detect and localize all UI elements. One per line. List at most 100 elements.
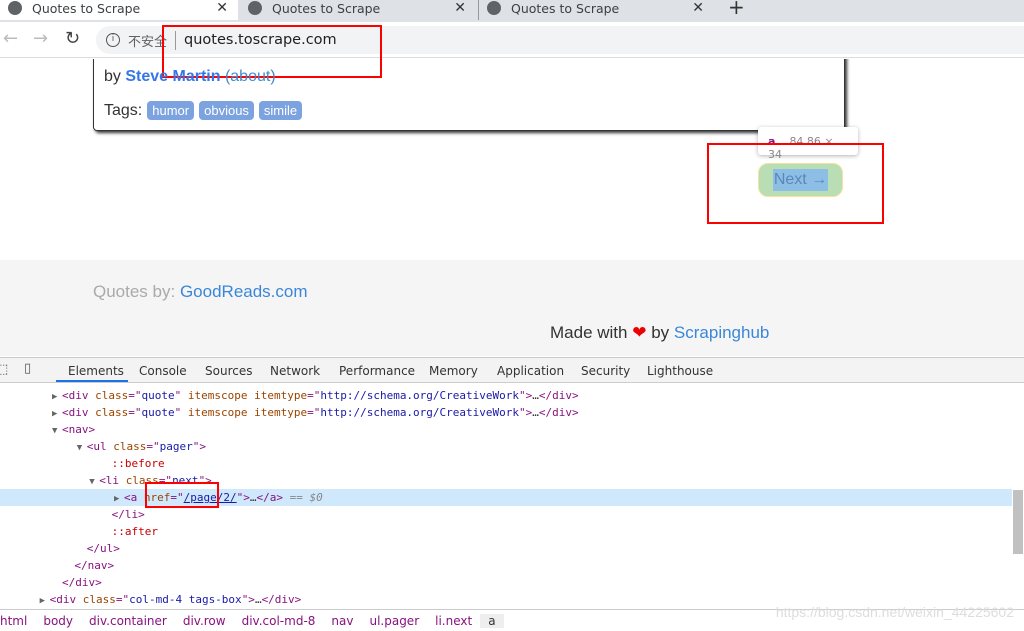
forward-icon[interactable]: →: [33, 28, 48, 49]
tab-application[interactable]: Application: [497, 364, 564, 378]
annotation-box: [145, 482, 219, 508]
dom-node-line[interactable]: </div>: [0, 574, 1012, 591]
dom-node-line[interactable]: ::before: [0, 455, 1012, 472]
tab-memory[interactable]: Memory: [429, 364, 478, 378]
dom-token: class: [95, 389, 129, 402]
dom-node-line[interactable]: ::after: [0, 523, 1012, 540]
dom-token: </ul>: [86, 542, 120, 555]
breadcrumb-item[interactable]: body: [35, 614, 81, 628]
tab-title: Quotes to Scrape: [511, 0, 620, 16]
dom-token: =": [115, 593, 130, 606]
dom-token: class: [82, 593, 116, 606]
dom-token: </li>: [111, 508, 145, 521]
expand-arrow-icon[interactable]: ▶: [40, 593, 50, 610]
tag-link[interactable]: humor: [147, 101, 195, 120]
breadcrumb-item[interactable]: div.container: [81, 614, 175, 628]
tags-row: Tags: humor obvious simile: [104, 101, 303, 120]
toolbar: ← → ↻ i 不安全 quotes.toscrape.com: [0, 22, 1024, 58]
dom-token: =": [128, 406, 142, 419]
dom-token: </div>: [261, 593, 302, 606]
tab-title: Quotes to Scrape: [272, 0, 381, 16]
globe-icon: [487, 1, 501, 15]
tab-network[interactable]: Network: [270, 364, 320, 378]
dom-token: quote: [141, 389, 175, 402]
dom-token: ">: [519, 406, 533, 419]
breadcrumb-item[interactable]: a: [480, 613, 504, 628]
breadcrumb-item[interactable]: li.next: [427, 614, 480, 628]
close-tab-icon[interactable]: ✕: [216, 0, 228, 16]
dom-node-line[interactable]: ▼ <ul class="pager">: [0, 438, 1012, 455]
dom-node-line[interactable]: </nav>: [0, 557, 1012, 574]
dom-token: =": [307, 406, 321, 419]
dom-token: == $0: [282, 491, 323, 504]
annotation-box: [707, 143, 884, 224]
quote-author-line: by Steve Martin (about): [104, 68, 276, 86]
dom-node-line[interactable]: ▶ <div class="quote" itemscope itemtype="…: [0, 404, 1012, 421]
tab-lighthouse[interactable]: Lighthouse: [647, 364, 713, 378]
dom-token: </a>: [256, 491, 283, 504]
dom-token: …: [532, 389, 539, 402]
devtools-tabbar: ⬚ ▯ Elements Console Sources Network Per…: [0, 357, 1024, 383]
tag-link[interactable]: obvious: [199, 101, 254, 120]
breadcrumb-item[interactable]: div.col-md-8: [234, 614, 324, 628]
dom-token: …: [532, 406, 539, 419]
dom-token: <nav>: [62, 423, 96, 436]
dom-node-line[interactable]: </ul>: [0, 540, 1012, 557]
breadcrumb-item[interactable]: ul.pager: [361, 614, 427, 628]
dom-token: ": [174, 389, 188, 402]
browser-tab-1[interactable]: Quotes to Scrape ✕: [0, 0, 238, 20]
globe-icon: [248, 1, 262, 15]
footer-prefix: Quotes by:: [93, 282, 176, 301]
author-name: Steve Martin: [125, 68, 221, 85]
dom-token: class: [113, 440, 147, 453]
inspect-icon[interactable]: ⬚: [0, 362, 8, 377]
dom-token: http://schema.org/CreativeWork: [320, 406, 520, 419]
reload-icon[interactable]: ↻: [65, 28, 80, 49]
dom-node-line[interactable]: ▼ <nav>: [0, 421, 1012, 438]
tab-elements[interactable]: Elements: [68, 364, 124, 378]
dom-token: itemscope itemtype: [187, 389, 308, 402]
dom-token: ": [174, 406, 188, 419]
device-toggle-icon[interactable]: ▯: [24, 361, 31, 376]
dom-token: itemscope itemtype: [187, 406, 308, 419]
dom-token: <div: [62, 389, 96, 402]
dom-token: http://schema.org/CreativeWork: [320, 389, 520, 402]
close-tab-icon[interactable]: ✕: [454, 0, 466, 16]
scrapinghub-link[interactable]: Scrapinghub: [674, 323, 769, 342]
breadcrumb-item[interactable]: html: [0, 614, 35, 628]
tab-console[interactable]: Console: [139, 364, 187, 378]
active-tab-indicator: [56, 380, 128, 382]
dom-token: ::after: [111, 525, 158, 538]
tags-label: Tags:: [104, 101, 143, 119]
goodreads-link[interactable]: GoodReads.com: [180, 282, 308, 301]
by-label: by: [104, 68, 121, 85]
dom-token: ">: [241, 593, 255, 606]
tab-sources[interactable]: Sources: [205, 364, 252, 378]
tab-strip: Quotes to Scrape ✕ Quotes to Scrape ✕ Quot…: [0, 0, 1024, 22]
tag-link[interactable]: simile: [258, 101, 303, 120]
back-icon[interactable]: ←: [3, 28, 18, 49]
browser-tab-3[interactable]: Quotes to Scrape ✕: [478, 0, 714, 20]
dom-token: <a: [124, 491, 144, 504]
close-tab-icon[interactable]: ✕: [692, 0, 704, 16]
new-tab-button[interactable]: +: [728, 0, 745, 19]
scrollbar[interactable]: [1013, 490, 1023, 554]
dom-token: quote: [141, 406, 175, 419]
breadcrumb-item[interactable]: nav: [323, 614, 361, 628]
dom-node-line[interactable]: ▶ <div class="quote" itemscope itemtype="…: [0, 387, 1012, 404]
tab-security[interactable]: Security: [581, 364, 630, 378]
about-link[interactable]: (about): [225, 68, 276, 85]
footer-credits: Quotes by: GoodReads.com: [93, 282, 308, 302]
quote-card: by Steve Martin (about) Tags: humor obvi…: [93, 59, 845, 131]
breadcrumb-item[interactable]: div.row: [175, 614, 234, 628]
globe-icon: [8, 1, 22, 15]
dom-token: ">: [192, 440, 207, 453]
dom-node-line[interactable]: </li>: [0, 506, 1012, 523]
info-icon[interactable]: i: [106, 33, 120, 47]
dom-token: <div: [62, 406, 96, 419]
dom-token: </nav>: [74, 559, 115, 572]
tab-performance[interactable]: Performance: [339, 364, 415, 378]
dom-token: =": [146, 440, 160, 453]
browser-tab-2[interactable]: Quotes to Scrape ✕: [240, 0, 476, 20]
dom-token: </div>: [538, 389, 579, 402]
